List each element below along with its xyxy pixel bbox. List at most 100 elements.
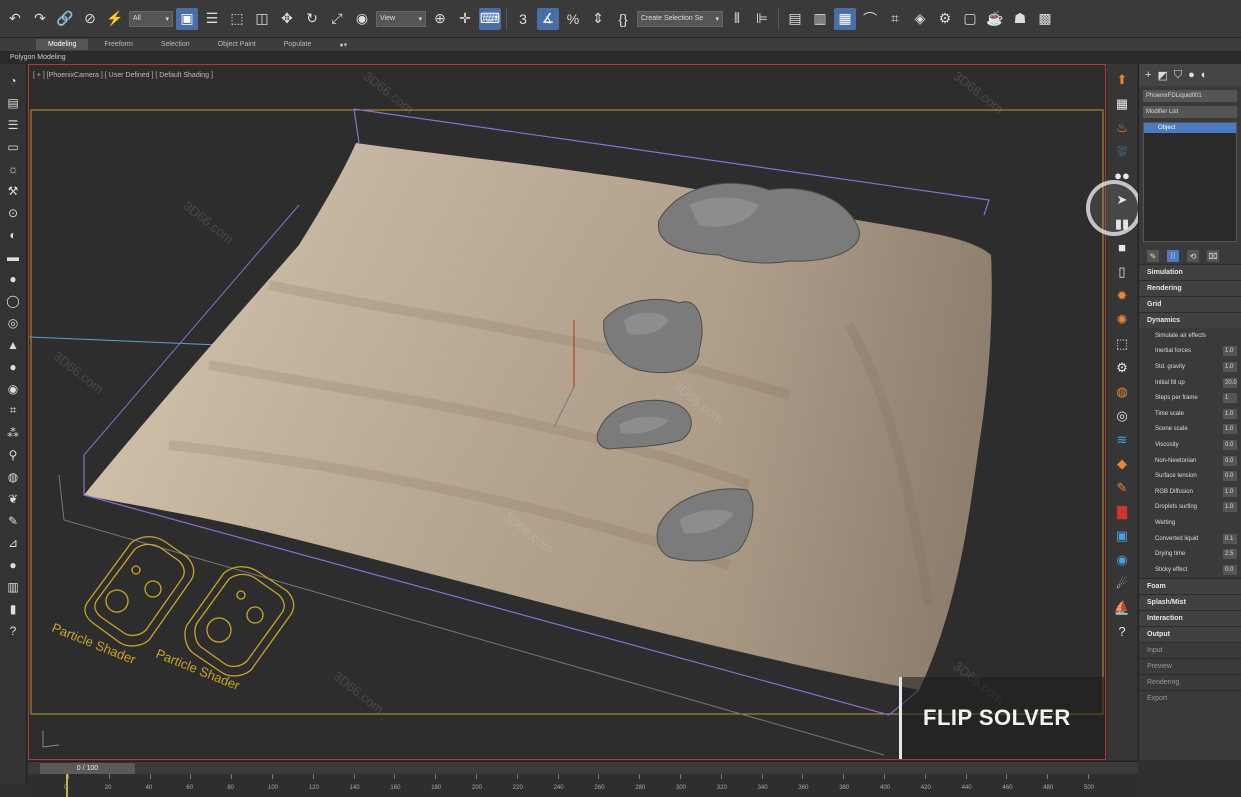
render-active-icon[interactable]: ☗ — [1009, 8, 1031, 30]
shape-icon[interactable]: ⊿ — [5, 534, 22, 551]
hierarchy-tab-icon[interactable]: ⛉ — [1174, 69, 1182, 81]
mesher-icon[interactable]: ◎ — [1112, 406, 1132, 425]
spinner-snap-icon[interactable]: ⇕ — [587, 8, 609, 30]
rollout-foam[interactable]: Foam — [1139, 577, 1241, 594]
rect-selection-icon[interactable]: ⬚ — [226, 8, 248, 30]
cache-icon[interactable]: ▯ — [1112, 262, 1132, 281]
cylinder-icon[interactable]: ◯ — [5, 292, 22, 309]
param-value[interactable]: 1.0 — [1223, 346, 1237, 357]
helper-icon[interactable]: ⊙ — [5, 204, 22, 221]
layer-explorer-icon[interactable]: ▥ — [809, 8, 831, 30]
param-inertial-forces[interactable]: Inertial forces 1.0 — [1139, 344, 1241, 360]
wave-icon[interactable]: ▣ — [1112, 526, 1132, 545]
make-unique-icon[interactable]: ⟲ — [1187, 250, 1199, 262]
explosion-icon[interactable]: ▇ — [1112, 502, 1132, 521]
eye-icon[interactable]: ◔ — [5, 72, 22, 89]
param-value[interactable]: 1.0 — [1223, 424, 1237, 435]
param-converted-liquid[interactable]: Converted liquid 0.1 — [1139, 531, 1241, 547]
rollout-dynamics[interactable]: Dynamics — [1139, 312, 1241, 328]
param-value[interactable]: 1.0 — [1223, 408, 1237, 419]
move-icon[interactable]: ✥ — [276, 8, 298, 30]
rollout-rendering-2[interactable]: Rendering — [1139, 673, 1241, 690]
tab-modeling[interactable]: Modeling — [36, 39, 89, 50]
show-end-result-icon[interactable]: ⌷ — [1167, 250, 1179, 262]
tab-freeform[interactable]: Freeform — [92, 39, 144, 50]
undo-icon[interactable]: ↶ — [4, 8, 26, 30]
building-icon[interactable]: ▥ — [5, 578, 22, 595]
ocean-icon[interactable]: ≋ — [1112, 430, 1132, 449]
target-icon[interactable]: ◉ — [5, 380, 22, 397]
param-steps-per-frame[interactable]: Steps per frame 1 — [1139, 390, 1241, 406]
param-non-newtonian[interactable]: Non-Newtonian 0.0 — [1139, 453, 1241, 469]
particle-shader-icon[interactable]: ⬚ — [1112, 334, 1132, 353]
rollout-export[interactable]: Export — [1139, 689, 1241, 706]
rollout-input[interactable]: Input — [1139, 641, 1241, 658]
bone-icon[interactable]: ⚲ — [5, 446, 22, 463]
liquid-container-icon[interactable]: ⛆ — [1112, 142, 1132, 161]
perspective-viewport[interactable]: Particle Shader Particle Shader [ + ] [P… — [28, 64, 1106, 760]
globe-icon[interactable]: ◍ — [5, 468, 22, 485]
schematic-view-icon[interactable]: ⌗ — [884, 8, 906, 30]
rollout-output[interactable]: Output — [1139, 625, 1241, 642]
param-value[interactable]: 1.0 — [1223, 502, 1237, 513]
layers-icon[interactable]: ▤ — [5, 94, 22, 111]
particle-tuner-icon[interactable]: ⚙ — [1112, 358, 1132, 377]
param-droplets-surfing[interactable]: Droplets surfing 1.0 — [1139, 500, 1241, 516]
help-icon[interactable]: ? — [1112, 622, 1132, 641]
param-wetting[interactable]: Wetting — [1139, 515, 1241, 531]
motion-tab-icon[interactable]: ● — [1188, 69, 1195, 81]
modifier-list-dropdown[interactable]: Modifier List — [1143, 106, 1237, 118]
named-selection-dropdown[interactable]: Create Selection Se ▾ — [637, 10, 723, 27]
box-icon[interactable]: ▬ — [5, 248, 22, 265]
redo-icon[interactable]: ↷ — [29, 8, 51, 30]
foam-icon[interactable]: ⛵ — [1112, 598, 1132, 617]
curve-editor-icon[interactable]: ⌒ — [859, 8, 881, 30]
param-drying-time[interactable]: Drying time 2.5 — [1139, 546, 1241, 562]
torus-icon[interactable]: ◎ — [5, 314, 22, 331]
light-icon[interactable]: ☼ — [5, 160, 22, 177]
tool-icon[interactable]: ⚒ — [5, 182, 22, 199]
angle-snap-icon[interactable]: ∡ — [537, 7, 559, 30]
placement-icon[interactable]: ◉ — [351, 8, 373, 30]
selection-filter-dropdown[interactable]: All ▾ — [129, 10, 173, 27]
smoke-effect-icon[interactable]: ✺ — [1112, 310, 1132, 329]
snap-toggle-icon[interactable]: 3 — [512, 8, 534, 30]
time-slider-thumb[interactable]: 0 / 100 — [40, 763, 135, 774]
stack-item-object[interactable]: Object — [1144, 123, 1236, 133]
param-viscosity[interactable]: Viscosity 0.0 — [1139, 437, 1241, 453]
material-editor-icon[interactable]: ◈ — [909, 8, 931, 30]
pin-stack-icon[interactable]: ✎ — [1147, 250, 1159, 262]
align-icon[interactable]: ⊫ — [751, 8, 773, 30]
sphere-icon[interactable]: ● — [5, 270, 22, 287]
scene-explorer-icon[interactable]: ▤ — [784, 8, 806, 30]
particle-icon[interactable]: ⁂ — [5, 424, 22, 441]
param-time-scale[interactable]: Time scale 1.0 — [1139, 406, 1241, 422]
leaf-icon[interactable]: ❦ — [5, 490, 22, 507]
particle-shader-emitter-1[interactable] — [84, 536, 195, 647]
fireball-icon[interactable]: ◆ — [1112, 454, 1132, 473]
render-setup-icon[interactable]: ⚙ — [934, 8, 956, 30]
grid-icon[interactable]: ⌗ — [5, 402, 22, 419]
param-value[interactable]: 0.1 — [1223, 533, 1237, 544]
render-frame-icon[interactable]: ▢ — [959, 8, 981, 30]
create-tab-icon[interactable]: + — [1145, 69, 1151, 81]
param-value[interactable]: 0.0 — [1223, 455, 1237, 466]
help-icon[interactable]: ? — [5, 622, 22, 639]
display-tab-icon[interactable]: ◐ — [1201, 69, 1208, 81]
rollout-preview[interactable]: Preview — [1139, 657, 1241, 674]
remove-modifier-icon[interactable]: ⌧ — [1207, 250, 1219, 262]
select-object-icon[interactable]: ▣ — [176, 7, 198, 30]
mirror-icon[interactable]: ⫴ — [726, 8, 748, 30]
wrench-icon[interactable]: ✎ — [5, 512, 22, 529]
modify-tab-icon[interactable]: ◩ — [1157, 69, 1167, 82]
param-value[interactable]: 1.0 — [1223, 361, 1237, 372]
render-grid-icon[interactable]: ▩ — [1034, 8, 1056, 30]
fire-source-icon[interactable]: ⬆ — [1112, 70, 1132, 89]
stop-simulation-icon[interactable]: ■ — [1112, 238, 1132, 257]
fire-container-icon[interactable]: ♨ — [1112, 118, 1132, 137]
unlink-icon[interactable]: ⊘ — [79, 8, 101, 30]
pivot-center-icon[interactable]: ⊕ — [429, 8, 451, 30]
viewport-label[interactable]: [ + ] [PhoenixCamera ] [ User Defined ] … — [33, 72, 213, 79]
param-value[interactable]: 1.0 — [1223, 486, 1237, 497]
track-bar[interactable]: 0 20 40 60 80 100 120 140 160 180 200 220 240 260 280 3… — [28, 774, 1138, 797]
